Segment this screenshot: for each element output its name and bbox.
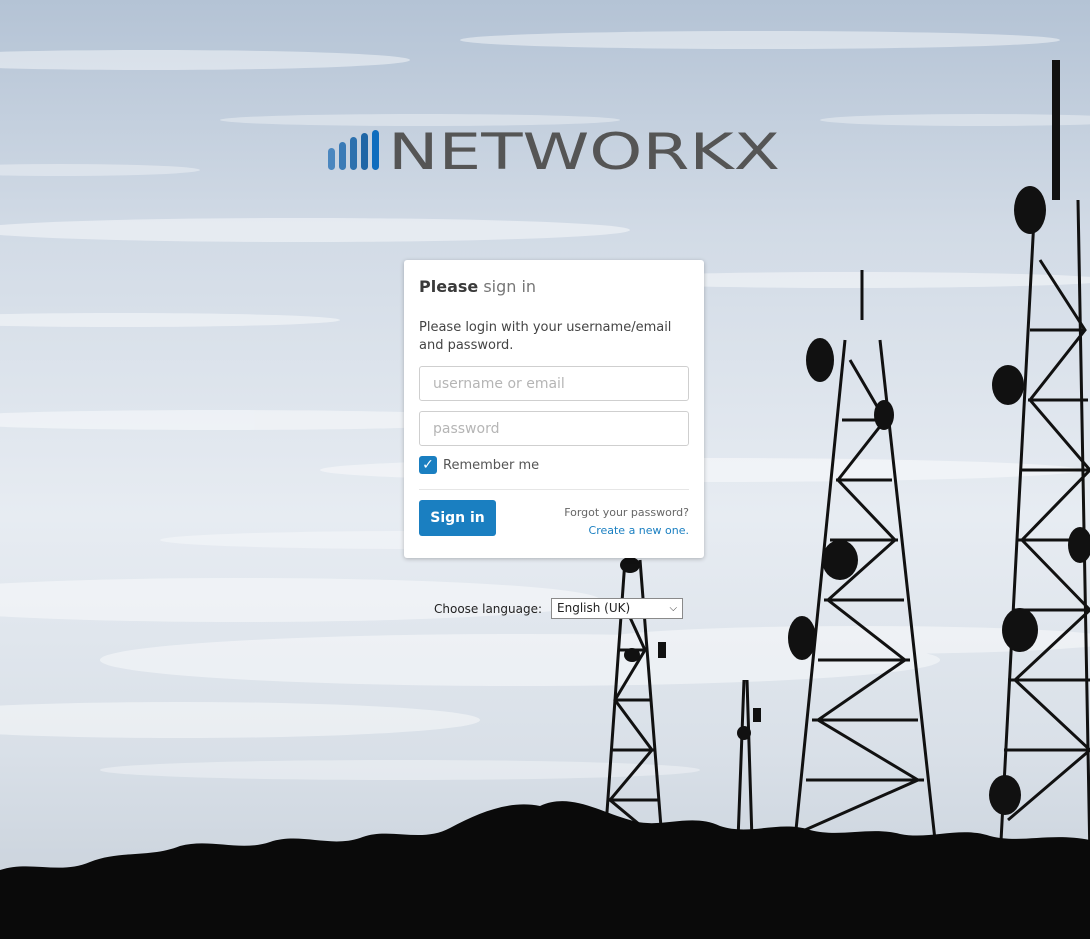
password-input[interactable]	[419, 411, 689, 446]
language-select[interactable]: English (UK) ⌵	[551, 598, 684, 619]
remember-me-checkbox[interactable]: ✓	[419, 456, 437, 474]
create-new-password-link[interactable]: Create a new one.	[564, 522, 689, 540]
login-title: Please sign in	[419, 277, 689, 296]
networkx-logo: NETWORKX	[328, 128, 780, 174]
remember-me-row[interactable]: ✓ Remember me	[419, 456, 689, 474]
remember-me-label[interactable]: Remember me	[443, 458, 539, 473]
login-intro-text: Please login with your username/email an…	[419, 320, 672, 353]
forgot-password-text: Forgot your password?	[564, 506, 689, 519]
language-selected-value: English (UK)	[557, 601, 631, 615]
login-title-bold: Please	[419, 277, 479, 296]
login-title-rest: sign in	[478, 277, 537, 296]
language-chooser: Choose language: English (UK) ⌵	[434, 598, 684, 619]
login-card: Please sign in Please login with your us…	[404, 260, 704, 558]
forgot-password-block: Forgot your password? Create a new one.	[564, 504, 689, 540]
language-label: Choose language:	[434, 601, 543, 616]
sign-in-button[interactable]: Sign in	[419, 500, 496, 536]
username-input[interactable]	[419, 366, 689, 401]
login-actions: Sign in Forgot your password? Create a n…	[419, 490, 689, 550]
chevron-down-icon: ⌵	[669, 603, 678, 614]
signal-bars-icon	[328, 130, 379, 170]
svg-text:NETWORKX: NETWORKX	[388, 128, 780, 174]
